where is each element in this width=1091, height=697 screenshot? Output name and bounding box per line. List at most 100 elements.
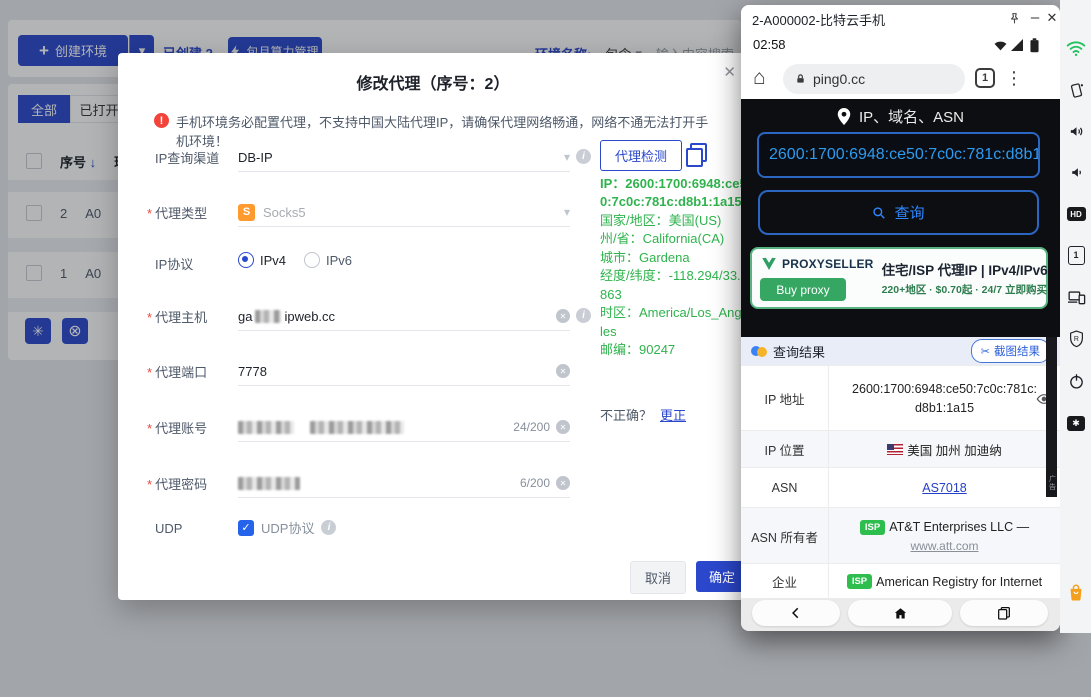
us-flag-icon <box>887 444 903 455</box>
field-row-proxy-account: 代理账号 24/200 <box>118 411 588 441</box>
ad-subline: 220+地区 · $0.70起 · 24/7 立即购买 <box>882 282 1038 297</box>
proxyseller-ad-banner[interactable]: PROXYSELLER Buy proxy 住宅/ISP 代理IP | IPv4… <box>750 247 1048 309</box>
phone-titlebar[interactable]: 2-A000002-比特云手机 <box>741 5 1060 32</box>
proxy-port-label: 代理端口 <box>147 362 207 381</box>
ipv4-radio[interactable] <box>238 252 254 268</box>
recents-icon <box>996 605 1012 621</box>
result-row-location: IP 位置 美国 加州 加迪纳 <box>741 430 1060 468</box>
isp-badge: ISP <box>860 520 885 535</box>
tab-count-button[interactable]: 1 <box>975 68 995 88</box>
info-icon[interactable] <box>321 520 336 535</box>
modal-title: 修改代理（序号：2） <box>118 70 748 94</box>
volume-down-icon[interactable] <box>1064 160 1088 184</box>
info-icon[interactable] <box>576 149 591 164</box>
browser-home-icon[interactable] <box>753 67 766 88</box>
ip-query-input[interactable]: 2600:1700:6948:ce50:7c0c:781c:d8b1:1a15 <box>757 132 1040 178</box>
rotate-screen-icon[interactable] <box>1064 78 1088 102</box>
ip-protocol-label: IP协议 <box>155 254 193 273</box>
phone-screen: IP、域名、ASN 2600:1700:6948:ce50:7c0c:781c:… <box>741 99 1060 598</box>
ipv6-radio[interactable] <box>304 252 320 268</box>
root-shield-icon[interactable]: R <box>1064 327 1088 351</box>
detect-state-line: 州/省：California(CA) <box>600 230 750 248</box>
address-bar[interactable]: ping0.cc <box>783 64 965 94</box>
detect-zip-line: 邮编：90247 <box>600 341 750 359</box>
result-row-company: 企业 ISP American Registry for Internet <box>741 563 1060 598</box>
url-text: ping0.cc <box>813 71 865 87</box>
redacted-text <box>310 421 404 434</box>
udp-label: UDP <box>155 521 182 536</box>
close-icon[interactable] <box>1044 9 1060 27</box>
query-result-card: 查询结果 截图结果 IP 地址 2600:1700:6948:ce50:7c0c… <box>741 337 1060 598</box>
pin-icon[interactable] <box>1005 9 1023 27</box>
proxy-password-input[interactable]: 6/200 <box>238 469 570 498</box>
field-row-proxy-host: 代理主机 gaipweb.cc <box>118 300 748 330</box>
svg-text:R: R <box>1073 336 1078 343</box>
field-row-proxy-port: 代理端口 7778 <box>118 355 588 385</box>
clear-icon[interactable] <box>556 420 570 434</box>
proxyseller-logo-icon <box>760 255 778 273</box>
phone-window-title: 2-A000002-比特云手机 <box>752 10 885 29</box>
buy-proxy-button[interactable]: Buy proxy <box>760 278 846 301</box>
minimize-icon[interactable] <box>1027 8 1043 26</box>
ad-right-column: 住宅/ISP 代理IP | IPv4/IPv6 220+地区 · $0.70起 … <box>882 259 1038 297</box>
nav-home-button[interactable] <box>848 600 952 626</box>
udp-checkbox[interactable] <box>238 520 254 536</box>
info-icon[interactable] <box>576 308 591 323</box>
phone-nav-bar <box>741 598 1060 631</box>
result-header: 查询结果 截图结果 <box>741 337 1060 365</box>
clear-icon[interactable] <box>556 309 570 323</box>
result-title: 查询结果 <box>773 342 825 361</box>
proxy-port-input[interactable]: 7778 <box>238 357 570 386</box>
proxy-detect-button[interactable]: 代理检测 <box>600 140 682 171</box>
correct-link[interactable]: 更正 <box>660 408 686 423</box>
cancel-button[interactable]: 取消 <box>630 561 686 594</box>
clear-icon[interactable] <box>556 476 570 490</box>
back-icon <box>789 606 803 620</box>
field-row-proxy-type: 代理类型 Socks5 <box>118 196 588 226</box>
network-status-icon[interactable] <box>1064 36 1088 60</box>
detect-country-line: 国家/地区：美国(US) <box>600 212 750 230</box>
nav-back-button[interactable] <box>752 600 840 626</box>
proxy-password-label: 代理密码 <box>147 474 207 493</box>
proxy-account-input[interactable]: 24/200 <box>238 413 570 442</box>
incorrect-hint: 不正确？更正 <box>600 405 686 424</box>
ip-channel-label: IP查询渠道 <box>155 148 219 167</box>
phone-side-toolbar: R <box>1060 0 1091 633</box>
redacted-text <box>238 421 294 434</box>
ip-channel-select[interactable]: DB-IP <box>238 143 570 172</box>
volume-up-icon[interactable] <box>1064 119 1088 143</box>
status-signal-icon <box>1011 39 1023 51</box>
screen-record-icon[interactable] <box>1064 411 1088 435</box>
file-upload-icon[interactable] <box>1064 243 1088 267</box>
ad-brand-name: PROXYSELLER <box>782 257 874 271</box>
query-button[interactable]: 查询 <box>758 190 1039 235</box>
proxy-host-input[interactable]: gaipweb.cc <box>238 302 570 331</box>
att-link[interactable]: www.att.com <box>837 539 1052 553</box>
desktop: 创建环境 已创建 2 包月算力管理 环境名称: 包含 输入内容搜索 全部 已打开 <box>0 0 1091 697</box>
power-icon[interactable] <box>1064 369 1088 393</box>
clear-icon[interactable] <box>556 364 570 378</box>
detect-ip-line: IP：2600:1700:6948:ce50:7c0c:781c:d8b1:1a… <box>600 175 750 212</box>
close-icon[interactable] <box>723 63 736 81</box>
devices-sync-icon[interactable] <box>1064 285 1088 309</box>
nav-recents-button[interactable] <box>960 600 1048 626</box>
warning-icon <box>154 113 169 128</box>
result-row-asn: ASN AS7018 <box>741 467 1060 508</box>
location-pin-icon <box>837 108 851 125</box>
detect-result-panel: IP：2600:1700:6948:ce50:7c0c:781c:d8b1:1a… <box>600 175 750 360</box>
hd-quality-icon[interactable] <box>1064 202 1088 226</box>
app-store-icon[interactable] <box>1064 580 1088 604</box>
char-counter: 24/200 <box>513 420 550 434</box>
field-row-proxy-password: 代理密码 6/200 <box>118 467 588 497</box>
page-heading: IP、域名、ASN <box>741 106 1060 127</box>
copy-icon[interactable] <box>690 143 707 162</box>
proxy-type-select[interactable]: Socks5 <box>238 198 570 227</box>
asn-link[interactable]: AS7018 <box>922 481 966 495</box>
status-battery-icon <box>1029 37 1039 53</box>
phone-browser-bar: ping0.cc 1 <box>741 59 1060 99</box>
redacted-text <box>238 477 300 490</box>
chevron-down-icon <box>564 150 570 164</box>
screenshot-result-button[interactable]: 截图结果 <box>971 339 1050 363</box>
browser-menu-icon[interactable] <box>1005 68 1023 88</box>
phone-statusbar: 02:58 <box>741 31 1060 59</box>
